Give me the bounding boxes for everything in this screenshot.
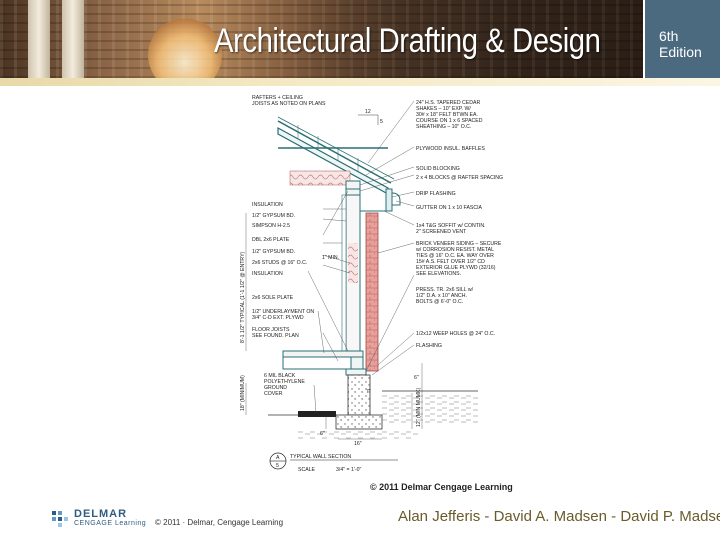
authors: Alan Jefferis - David A. Madsen - David … bbox=[398, 508, 720, 525]
label-rafters: JOISTS AS NOTED ON PLANS bbox=[252, 101, 326, 107]
drawing-title: TYPICAL WALL SECTION bbox=[290, 454, 351, 460]
dim-footing-thick: 7" bbox=[366, 389, 371, 395]
label-studs: 2x6 STUDS @ 16" O.C. bbox=[252, 260, 307, 266]
label-flashing: FLASHING bbox=[416, 343, 442, 349]
label-sole-plate: 2x6 SOLE PLATE bbox=[252, 295, 294, 301]
wall-section-figure: 12 5 24" H.S. TAPERED CEDAR SHAKES – 10"… bbox=[238, 93, 518, 493]
publisher-subname: CENGAGE Learning bbox=[74, 520, 147, 527]
label-solid-blocking: SOLID BLOCKING bbox=[416, 166, 460, 172]
label-floor-joists: SEE FOUND. PLAN bbox=[252, 333, 299, 339]
label-underlayment: 3/4" C-D EXT. PLYWD bbox=[252, 315, 304, 321]
label-weep-holes: 1/2x12 WEEP HOLES @ 24" O.C. bbox=[416, 331, 495, 337]
edition-badge: 6th Edition bbox=[643, 0, 720, 78]
figure-copyright: © 2011 Delmar Cengage Learning bbox=[370, 482, 513, 492]
footer-copyright: © 2011 · Delmar, Cengage Learning bbox=[155, 518, 284, 527]
top-plate bbox=[345, 188, 361, 196]
dim-footing-offset: 6" bbox=[320, 431, 325, 437]
header-banner: Architectural Drafting & Design 6th Edit… bbox=[0, 0, 720, 78]
edition-word: Edition bbox=[659, 44, 702, 60]
label-blocks: 2 x 4 BLOCKS @ RAFTER SPACING bbox=[416, 175, 503, 181]
label-sill: BOLTS @ 6'-0" O.C. bbox=[416, 299, 463, 305]
stem-wall bbox=[347, 374, 371, 416]
roof-pitch-symbol: 12 5 bbox=[358, 109, 383, 125]
dim-wall-height: 8'-1 1/2" TYPICAL (1'-1 1/2" @ ENTRY) bbox=[240, 251, 246, 343]
label-plywood-baffles: PLYWOOD INSUL. BAFFLES bbox=[416, 146, 485, 152]
publisher-name: DELMAR bbox=[74, 508, 128, 520]
earth bbox=[382, 395, 478, 425]
scale-value: 3/4" = 1'-0" bbox=[336, 467, 361, 473]
banner-porch-column bbox=[62, 0, 84, 78]
ground-cover bbox=[298, 411, 336, 417]
label-ground-cover: COVER bbox=[264, 391, 283, 397]
gutter bbox=[391, 192, 401, 206]
book-title: Architectural Drafting & Design bbox=[214, 22, 601, 60]
wall-section-drawing: 12 5 24" H.S. TAPERED CEDAR SHAKES – 10"… bbox=[240, 95, 503, 473]
label-soffit: 2" SCREENED VENT bbox=[416, 229, 467, 235]
banner-porch-column bbox=[28, 0, 50, 78]
ceiling-insulation bbox=[289, 170, 351, 186]
floor-joists bbox=[282, 356, 352, 370]
sill-plate bbox=[345, 368, 367, 376]
title-symbol-top: A bbox=[276, 455, 280, 461]
label-cedar-shakes: SHEATHING – 10" O.C. bbox=[416, 124, 471, 130]
scale-label: SCALE bbox=[298, 467, 316, 473]
label-double-plate: DBL 2x6 PLATE bbox=[252, 237, 290, 243]
header-accent-band bbox=[0, 78, 720, 86]
top-plate bbox=[345, 180, 361, 190]
subfloor bbox=[282, 350, 364, 358]
gypsum-board bbox=[341, 194, 347, 354]
dim-one-inch-min: 1" MIN. bbox=[322, 255, 339, 261]
delmar-logo-icon bbox=[52, 511, 68, 527]
label-gutter: GUTTER ON 1 x 10 FASCIA bbox=[416, 205, 483, 211]
dim-footing-depth: 12" (MIN MUMK) bbox=[416, 387, 422, 427]
fascia bbox=[385, 188, 393, 212]
label-drip-flashing: DRIP FLASHING bbox=[416, 191, 456, 197]
label-insulation: INSULATION bbox=[252, 202, 283, 208]
footing bbox=[335, 414, 383, 430]
label-gypsum: 1/2" GYPSUM BD. bbox=[252, 249, 295, 255]
edition-number: 6th bbox=[659, 28, 679, 44]
dim-footing-width: 16" bbox=[354, 441, 362, 447]
title-symbol-bottom: 5 bbox=[276, 463, 279, 469]
pitch-rise-label: 5 bbox=[380, 119, 383, 125]
rim-joist bbox=[350, 356, 364, 370]
label-insulation: INSULATION bbox=[252, 271, 283, 277]
drawing-title-block: A 5 TYPICAL WALL SECTION SCALE 3/4" = 1'… bbox=[269, 452, 398, 473]
dim-stem-height: 6" bbox=[414, 375, 419, 381]
label-simpson: SIMPSON H-2.5 bbox=[252, 223, 290, 229]
brick-veneer bbox=[365, 212, 379, 372]
pitch-run-label: 12 bbox=[365, 109, 371, 115]
dim-crawl-min: 18" (MINIMUM) bbox=[240, 375, 246, 411]
label-gypsum: 1/2" GYPSUM BD. bbox=[252, 213, 295, 219]
earth bbox=[298, 429, 418, 439]
label-brick-veneer: SEE ELEVATIONS. bbox=[416, 271, 461, 277]
